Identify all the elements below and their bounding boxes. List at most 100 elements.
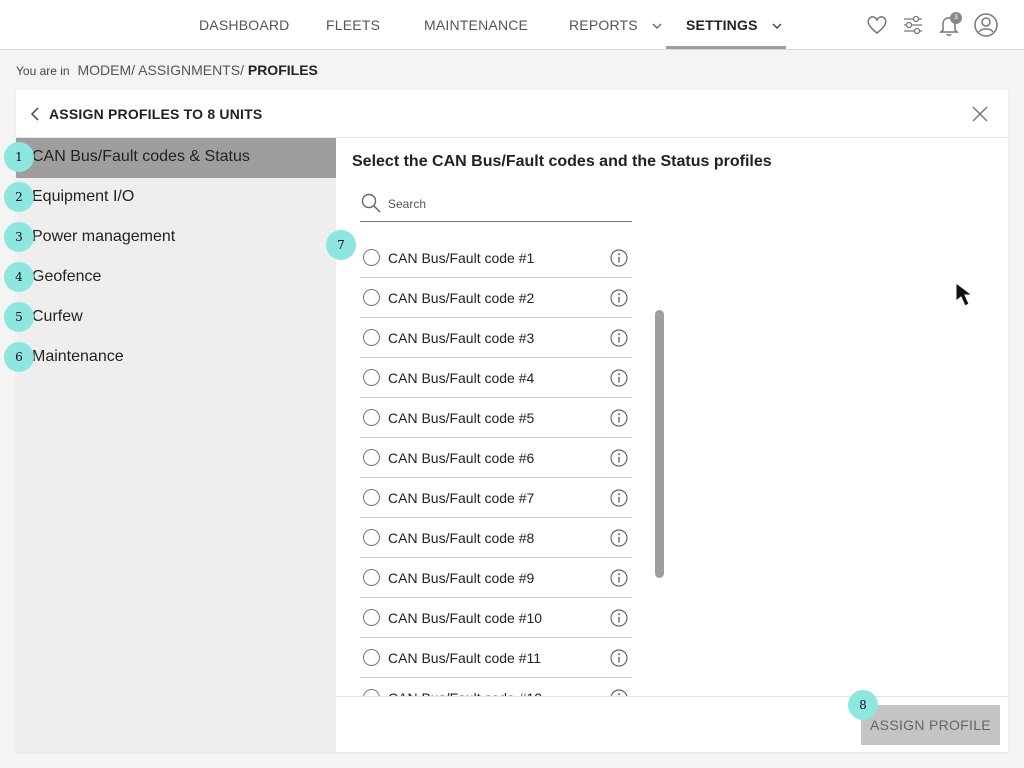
fault-code-list: CAN Bus/Fault code #1 CAN Bus/Fault code … [360, 238, 632, 696]
profile-selection-area: Select the CAN Bus/Fault codes and the S… [336, 138, 1008, 696]
radio-button[interactable] [363, 449, 380, 466]
search-icon [361, 193, 381, 213]
info-icon[interactable] [610, 529, 628, 547]
list-item[interactable]: CAN Bus/Fault code #6 [360, 438, 632, 478]
step-label: Power management [32, 228, 176, 245]
radio-button[interactable] [363, 409, 380, 426]
info-icon[interactable] [610, 449, 628, 467]
list-item[interactable]: CAN Bus/Fault code #1 [360, 238, 632, 278]
search-field [360, 188, 632, 222]
radio-button[interactable] [363, 689, 380, 696]
step-geofence[interactable]: Geofence 4 [4, 258, 336, 298]
info-icon[interactable] [610, 329, 628, 347]
step-curfew[interactable]: Curfew 5 [4, 298, 336, 338]
info-icon[interactable] [610, 689, 628, 696]
close-icon[interactable] [970, 104, 990, 124]
nav-settings[interactable]: SETTINGS [686, 0, 782, 50]
info-icon[interactable] [610, 609, 628, 627]
list-item[interactable]: CAN Bus/Fault code #7 [360, 478, 632, 518]
mouse-pointer-icon [955, 282, 974, 307]
annotation-marker-8: 8 [848, 690, 878, 720]
list-item[interactable]: CAN Bus/Fault code #3 [360, 318, 632, 358]
sliders-icon[interactable] [900, 12, 926, 38]
step-can-bus[interactable]: CAN Bus/Fault codes & Status 1 [4, 138, 336, 178]
radio-button[interactable] [363, 609, 380, 626]
step-number-badge: 3 [4, 222, 34, 252]
step-label: Geofence [32, 268, 102, 285]
list-item-label: CAN Bus/Fault code #5 [388, 410, 535, 426]
steps-sidebar: CAN Bus/Fault codes & Status 1 Equipment… [4, 138, 336, 752]
radio-button[interactable] [363, 289, 380, 306]
list-item[interactable]: CAN Bus/Fault code #5 [360, 398, 632, 438]
user-icon[interactable] [973, 12, 999, 38]
list-item[interactable]: CAN Bus/Fault code #4 [360, 358, 632, 398]
nav-reports[interactable]: REPORTS [569, 0, 662, 50]
notification-badge: 3 [950, 12, 962, 24]
info-icon[interactable] [610, 369, 628, 387]
list-item[interactable]: CAN Bus/Fault code #11 [360, 638, 632, 678]
step-number-badge: 2 [4, 182, 34, 212]
panel-title: ASSIGN PROFILES TO 8 UNITS [49, 106, 263, 122]
breadcrumb-path[interactable]: MODEM/ ASSIGNMENTS/ [78, 62, 248, 78]
step-equipment-io[interactable]: Equipment I/O 2 [4, 178, 336, 218]
step-label: Curfew [32, 308, 83, 325]
nav-maintenance[interactable]: MAINTENANCE [424, 0, 528, 50]
step-number-badge: 5 [4, 302, 34, 332]
info-icon[interactable] [610, 409, 628, 427]
list-item[interactable]: CAN Bus/Fault code #12 [360, 678, 632, 696]
info-icon[interactable] [610, 569, 628, 587]
nav-reports-label: REPORTS [569, 17, 638, 33]
list-item-label: CAN Bus/Fault code #8 [388, 530, 535, 546]
list-item-label: CAN Bus/Fault code #2 [388, 290, 535, 306]
breadcrumb-current: PROFILES [247, 62, 318, 78]
list-item-label: CAN Bus/Fault code #6 [388, 450, 535, 466]
annotation-marker-7: 7 [326, 230, 356, 260]
nav-fleets[interactable]: FLEETS [326, 0, 380, 50]
heart-icon[interactable] [864, 12, 890, 38]
list-scrollbar[interactable] [655, 310, 664, 578]
step-power-management[interactable]: Power management 3 [4, 218, 336, 258]
breadcrumb-prefix: You are in [16, 64, 70, 78]
radio-button[interactable] [363, 569, 380, 586]
step-number-badge: 1 [4, 142, 34, 172]
chevron-left-icon[interactable] [28, 106, 44, 122]
radio-button[interactable] [363, 369, 380, 386]
section-title: Select the CAN Bus/Fault codes and the S… [352, 153, 772, 170]
nav-settings-label: SETTINGS [686, 17, 758, 33]
chevron-down-icon [652, 23, 662, 30]
list-item-label: CAN Bus/Fault code #10 [388, 610, 543, 626]
active-tab-indicator [666, 46, 786, 49]
list-item-label: CAN Bus/Fault code #7 [388, 490, 535, 506]
breadcrumb: You are in MODEM/ ASSIGNMENTS/ PROFILES [16, 62, 318, 80]
radio-button[interactable] [363, 489, 380, 506]
nav-dashboard[interactable]: DASHBOARD [199, 0, 289, 50]
list-item-label: CAN Bus/Fault code #3 [388, 330, 535, 346]
assign-profile-button[interactable]: ASSIGN PROFILE [861, 705, 1000, 745]
step-label: Maintenance [32, 348, 124, 365]
list-item[interactable]: CAN Bus/Fault code #10 [360, 598, 632, 638]
step-number-badge: 4 [4, 262, 34, 292]
top-navigation-bar: DASHBOARD FLEETS MAINTENANCE REPORTS SET… [0, 0, 1024, 50]
list-item-label: CAN Bus/Fault code #9 [388, 570, 535, 586]
step-number-badge: 6 [4, 342, 34, 372]
step-maintenance[interactable]: Maintenance 6 [4, 338, 336, 378]
radio-button[interactable] [363, 649, 380, 666]
search-input[interactable] [388, 194, 618, 214]
radio-button[interactable] [363, 329, 380, 346]
radio-button[interactable] [363, 249, 380, 266]
step-label: Equipment I/O [32, 188, 135, 205]
panel-header: ASSIGN PROFILES TO 8 UNITS [16, 90, 1008, 138]
list-item-label: CAN Bus/Fault code #11 [388, 650, 542, 666]
list-item[interactable]: CAN Bus/Fault code #2 [360, 278, 632, 318]
radio-button[interactable] [363, 529, 380, 546]
info-icon[interactable] [610, 289, 628, 307]
info-icon[interactable] [610, 489, 628, 507]
panel-footer: ASSIGN PROFILE [336, 696, 1008, 752]
chevron-down-icon [772, 23, 782, 30]
assign-profiles-panel: ASSIGN PROFILES TO 8 UNITS CAN Bus/Fault… [4, 90, 1008, 752]
info-icon[interactable] [610, 249, 628, 267]
list-item[interactable]: CAN Bus/Fault code #8 [360, 518, 632, 558]
step-label: CAN Bus/Fault codes & Status [32, 148, 250, 165]
info-icon[interactable] [610, 649, 628, 667]
list-item[interactable]: CAN Bus/Fault code #9 [360, 558, 632, 598]
